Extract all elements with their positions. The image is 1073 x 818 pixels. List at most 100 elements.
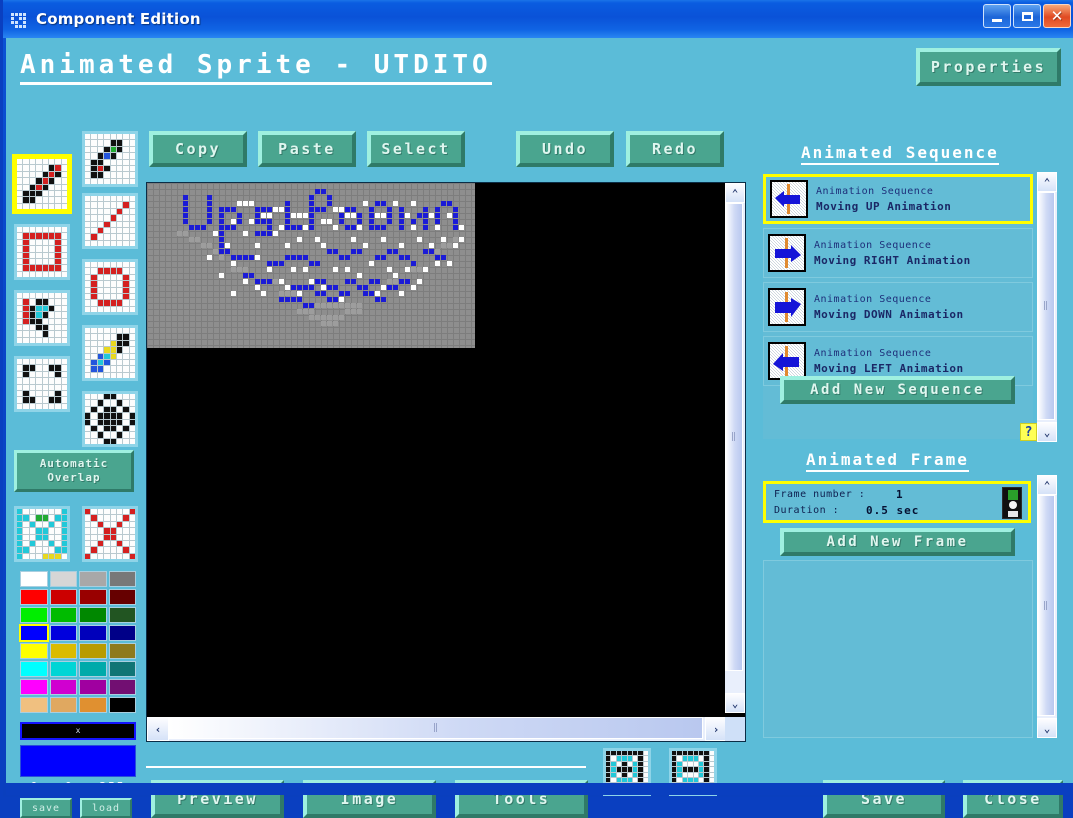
tool-rectangle[interactable] — [14, 224, 70, 280]
overlap-cross-icon — [85, 509, 135, 559]
frame-scroll-down-button[interactable]: ⌄ — [1037, 718, 1057, 738]
canvas-h-thumb[interactable]: ‖ — [169, 717, 703, 739]
palette-swatch[interactable] — [50, 661, 78, 677]
canvas-scroll-down-button[interactable]: ⌄ — [725, 693, 745, 713]
file-path-field[interactable] — [146, 746, 586, 768]
palette-swatch[interactable] — [79, 661, 107, 677]
palette-swatch[interactable] — [79, 697, 107, 713]
palette-swatch[interactable] — [20, 679, 48, 695]
sequence-track[interactable]: ‖ — [1037, 192, 1057, 422]
redo-button[interactable]: Redo — [626, 131, 724, 167]
sequence-scroll-down-button[interactable]: ⌄ — [1037, 422, 1057, 442]
tool-pencil[interactable] — [14, 156, 70, 212]
minimize-button[interactable] — [983, 4, 1011, 28]
palette-swatch[interactable] — [20, 571, 48, 587]
sprite-bitmap[interactable] — [147, 183, 475, 348]
tool-color-picker[interactable] — [82, 325, 138, 381]
palette-swatch[interactable] — [20, 625, 48, 641]
palette-swatch[interactable] — [109, 661, 137, 677]
palette-swatch[interactable] — [109, 607, 137, 623]
overlap-question-icon — [17, 509, 67, 559]
gamepad-icon[interactable] — [1002, 487, 1022, 519]
canvas-scroll-right-button[interactable]: › — [705, 717, 727, 741]
palette-swatch[interactable] — [50, 571, 78, 587]
sequence-list-item[interactable]: Animation SequenceMoving UP Animation — [763, 174, 1033, 224]
palette-load-button[interactable]: load — [80, 798, 132, 818]
sequence-scrollbar[interactable]: ⌃ ‖ ⌄ — [1037, 172, 1057, 442]
palette-swatch[interactable] — [50, 643, 78, 659]
palette-tool-icon[interactable] — [82, 131, 138, 187]
palette-save-button[interactable]: save — [20, 798, 72, 818]
sprite-bitmap-area[interactable] — [147, 183, 475, 348]
sequence-list-item[interactable]: Animation SequenceMoving DOWN Animation — [763, 282, 1033, 332]
sequence-scroll-up-button[interactable]: ⌃ — [1037, 172, 1057, 192]
canvas-v-track[interactable]: ‖ — [725, 203, 745, 693]
application-window: Component Edition ✕ Animated Sprite - UT… — [0, 0, 1073, 800]
canvas-scroll-left-button[interactable]: ‹ — [147, 717, 169, 741]
automatic-overlap-button[interactable]: Automatic Overlap — [14, 450, 134, 492]
select-button[interactable]: Select — [367, 131, 465, 167]
eyedropper-icon — [85, 328, 135, 378]
color-palette[interactable] — [20, 571, 136, 713]
palette-swatch[interactable] — [20, 643, 48, 659]
tool-fill[interactable] — [14, 290, 70, 346]
sparse-dots-icon — [17, 359, 67, 409]
tool-line[interactable] — [82, 193, 138, 249]
sequence-item-caption: Animation Sequence — [814, 294, 964, 305]
palette-swatch[interactable] — [109, 679, 137, 695]
palette-swatch[interactable] — [79, 679, 107, 695]
palette-swatch[interactable] — [50, 625, 78, 641]
scrollbar-corner — [725, 717, 745, 741]
add-new-frame-button[interactable]: Add New Frame — [780, 528, 1015, 556]
palette-swatch[interactable] — [109, 697, 137, 713]
frame-info-box[interactable]: Frame number : 1 Duration : 0.5 sec — [763, 481, 1031, 523]
maximize-button[interactable] — [1013, 4, 1041, 28]
canvas-scroll-up-button[interactable]: ⌃ — [725, 183, 745, 203]
palette-swatch[interactable] — [50, 589, 78, 605]
sequence-thumbnail — [770, 180, 808, 218]
canvas-h-track[interactable]: ‖ — [169, 717, 705, 741]
palette-swatch[interactable] — [79, 643, 107, 659]
canvas-horizontal-scrollbar[interactable]: ‹ ‖ › — [147, 717, 727, 741]
paste-button[interactable]: Paste — [258, 131, 356, 167]
palette-swatch[interactable] — [79, 589, 107, 605]
palette-swatch[interactable] — [109, 571, 137, 587]
palette-swatch[interactable] — [20, 607, 48, 623]
canvas-vertical-scrollbar[interactable]: ⌃ ‖ ⌄ — [725, 183, 745, 713]
frame-scroll-up-button[interactable]: ⌃ — [1037, 475, 1057, 495]
palette-swatch[interactable] — [79, 625, 107, 641]
sequence-help-icon[interactable]: ? — [1020, 423, 1037, 441]
frame-track[interactable]: ‖ — [1037, 495, 1057, 718]
frame-thumb[interactable]: ‖ — [1037, 495, 1055, 716]
tool-sparse-dots[interactable] — [14, 356, 70, 412]
add-new-sequence-button[interactable]: Add New Sequence — [780, 376, 1015, 404]
palette-swatch[interactable] — [20, 589, 48, 605]
palette-swatch[interactable] — [50, 679, 78, 695]
close-button[interactable]: ✕ — [1043, 4, 1071, 28]
sprite-canvas-viewport[interactable] — [147, 183, 727, 713]
palette-swatch[interactable] — [50, 607, 78, 623]
sequence-list-item[interactable]: Animation SequenceMoving RIGHT Animation — [763, 228, 1033, 278]
frame-scrollbar[interactable]: ⌃ ‖ ⌄ — [1037, 475, 1057, 738]
sequence-thumb[interactable]: ‖ — [1037, 192, 1055, 420]
palette-swatch[interactable] — [109, 589, 137, 605]
canvas-v-thumb[interactable]: ‖ — [725, 203, 743, 671]
overlap-clear-tool[interactable] — [82, 506, 138, 562]
tool-dither[interactable] — [82, 391, 138, 447]
overlap-help-tool[interactable] — [14, 506, 70, 562]
palette-swatch[interactable] — [50, 697, 78, 713]
properties-button[interactable]: Properties — [916, 48, 1061, 86]
undo-button[interactable]: Undo — [516, 131, 614, 167]
palette-swatch[interactable] — [79, 571, 107, 587]
tool-circle[interactable] — [82, 259, 138, 315]
app-icon — [9, 9, 29, 29]
palette-swatch[interactable] — [109, 625, 137, 641]
palette-swatch[interactable] — [20, 661, 48, 677]
palette-swatch[interactable] — [20, 697, 48, 713]
frame-list-area[interactable] — [763, 560, 1033, 738]
palette-swatch[interactable] — [79, 607, 107, 623]
sequence-item-label: Moving RIGHT Animation — [814, 254, 971, 267]
palette-swatch[interactable] — [109, 643, 137, 659]
copy-button[interactable]: Copy — [149, 131, 247, 167]
sprite-canvas-panel: ⌃ ‖ ⌄ ‹ ‖ › — [146, 182, 746, 742]
